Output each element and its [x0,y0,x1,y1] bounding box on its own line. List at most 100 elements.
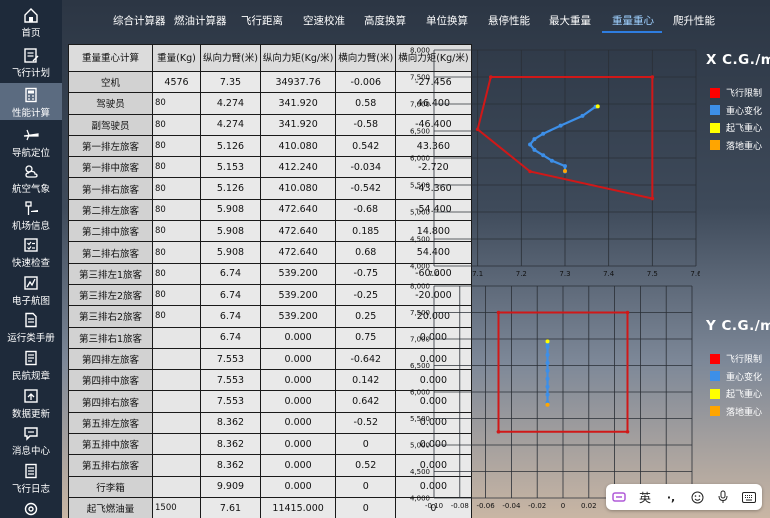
tab-2[interactable]: 飞行距离 [241,13,283,28]
ime-toolbar: 英 ·, [606,484,762,510]
tab-8[interactable]: 重量重心 [612,13,654,28]
sidebar: 首页飞行计划性能计算 导航定位 航空气象 机场信息 快速检查 电子航图 运行类手册 民航规章数… [0,0,62,518]
long-arm-cell: 6.74 [200,283,261,307]
ime-language-toggle[interactable]: 英 [636,488,654,506]
mass-input[interactable] [152,475,201,498]
lat-arm-cell: 0.642 [335,390,397,413]
lat-arm-cell: -0.52 [335,411,397,435]
data-point [563,164,567,169]
x-tick-label: 7.1 [472,270,483,278]
header-lat-arm: 横向力臂(米) [335,44,397,72]
mass-input[interactable]: 80 [152,283,201,307]
row-label: 第一排右旅客 [68,177,153,200]
sidebar-item-label: 飞行计划 [11,68,50,79]
lat-arm-cell: 0.25 [335,305,397,328]
long-arm-cell: 7.61 [200,496,261,518]
long-moment-cell: 0.000 [259,454,337,477]
sidebar-item-label: 首页 [21,28,41,39]
sidebar-item-chart-map[interactable]: 电子航图 [0,271,62,308]
row-label: 第四排中旅客 [68,369,153,392]
long-arm-cell: 5.153 [200,156,261,179]
mass-input[interactable] [152,369,201,392]
row-label: 第五排左旅客 [68,411,153,435]
data-point [541,131,546,136]
legend-swatch [710,353,720,364]
legend-label: 落地重心 [726,407,763,418]
mass-input[interactable]: 80 [152,134,201,158]
mass-input[interactable]: 80 [152,177,201,200]
tab-7[interactable]: 最大重量 [549,13,591,28]
x-tick-label: -0.02 [528,502,546,510]
long-arm-cell: 6.74 [200,305,261,328]
sidebar-item-calculator[interactable]: 性能计算 [0,83,62,120]
mass-input[interactable] [152,433,201,456]
mass-input[interactable]: 1500 [152,496,201,518]
legend-swatch [710,122,720,133]
row-label: 第三排左1旅客 [68,262,153,285]
sidebar-item-weather[interactable]: 航空气象 [0,159,62,196]
microphone-icon[interactable] [714,488,732,506]
x-tick-label: 7.4 [603,270,615,278]
legend-item: 重心变化 [710,102,762,120]
tab-6[interactable]: 悬停性能 [488,13,530,28]
row-label: 第一排中旅客 [68,156,153,179]
mass-input[interactable]: 80 [152,113,201,136]
sidebar-item-home[interactable]: 首页 [0,3,62,40]
sidebar-item-logbook[interactable]: 飞行日志 [0,459,62,496]
tab-3[interactable]: 空速校准 [303,13,345,28]
mass-input[interactable]: 80 [152,262,201,285]
lat-arm-cell: 0.52 [335,454,397,477]
mass-input[interactable]: 80 [152,305,201,328]
tab-9[interactable]: 爬升性能 [673,13,715,28]
legend-item: 起飞重心 [710,119,762,137]
mass-input[interactable] [152,454,201,477]
tab-0[interactable]: 综合计算器 [113,13,166,28]
long-moment-cell: 539.200 [259,283,337,307]
long-arm-cell: 8.362 [200,411,261,435]
tab-5[interactable]: 单位换算 [426,13,468,28]
row-label: 第四排右旅客 [68,390,153,413]
sidebar-item-flight-plan[interactable]: 飞行计划 [0,43,62,80]
sidebar-item-update[interactable]: 数据更新 [0,384,62,421]
mass-input[interactable] [152,347,201,371]
row-label: 驾驶员 [68,92,153,115]
sidebar-item-airplane[interactable]: 导航定位 [0,123,62,160]
checklist-icon [23,237,39,253]
mass-input[interactable] [152,411,201,435]
sidebar-item-message[interactable]: 消息中心 [0,421,62,458]
sidebar-item-checklist[interactable]: 快速检查 [0,233,62,270]
y-tick-label: 4,500 [410,236,430,244]
long-moment-cell: 0.000 [259,390,337,413]
sidebar-item-manual[interactable]: 运行类手册 [0,308,62,345]
row-label: 第五排中旅客 [68,433,153,456]
legend-swatch [710,105,720,116]
sidebar-item-settings[interactable] [0,497,62,518]
mass-input[interactable]: 80 [152,92,201,115]
mass-input[interactable]: 80 [152,198,201,222]
tab-4[interactable]: 高度换算 [364,13,406,28]
long-arm-cell: 6.74 [200,326,261,349]
data-point [528,169,532,174]
row-label: 第二排左旅客 [68,198,153,222]
mass-input[interactable]: 80 [152,156,201,179]
mass-input[interactable] [152,390,201,413]
data-point [625,429,630,434]
legend-label: 重心变化 [726,372,763,383]
long-arm-cell: 4.274 [200,92,261,115]
sidebar-item-airport[interactable]: 机场信息 [0,196,62,233]
header-item: 重量重心计算 [68,44,153,72]
keyboard-icon[interactable] [740,488,758,506]
data-point [580,113,585,118]
lat-arm-cell: 0.142 [335,369,397,392]
ime-logo-icon[interactable] [610,488,628,506]
emoji-icon[interactable] [688,488,706,506]
data-point [563,168,567,173]
lat-arm-cell: -0.006 [335,70,397,94]
mass-input[interactable]: 80 [152,241,201,264]
mass-input[interactable] [152,326,201,349]
legend-label: 落地重心 [726,141,763,152]
sidebar-item-regulation[interactable]: 民航规章 [0,346,62,383]
ime-punctuation-toggle[interactable]: ·, [662,488,680,506]
mass-input[interactable]: 80 [152,220,201,243]
tab-1[interactable]: 燃油计算器 [174,13,227,28]
